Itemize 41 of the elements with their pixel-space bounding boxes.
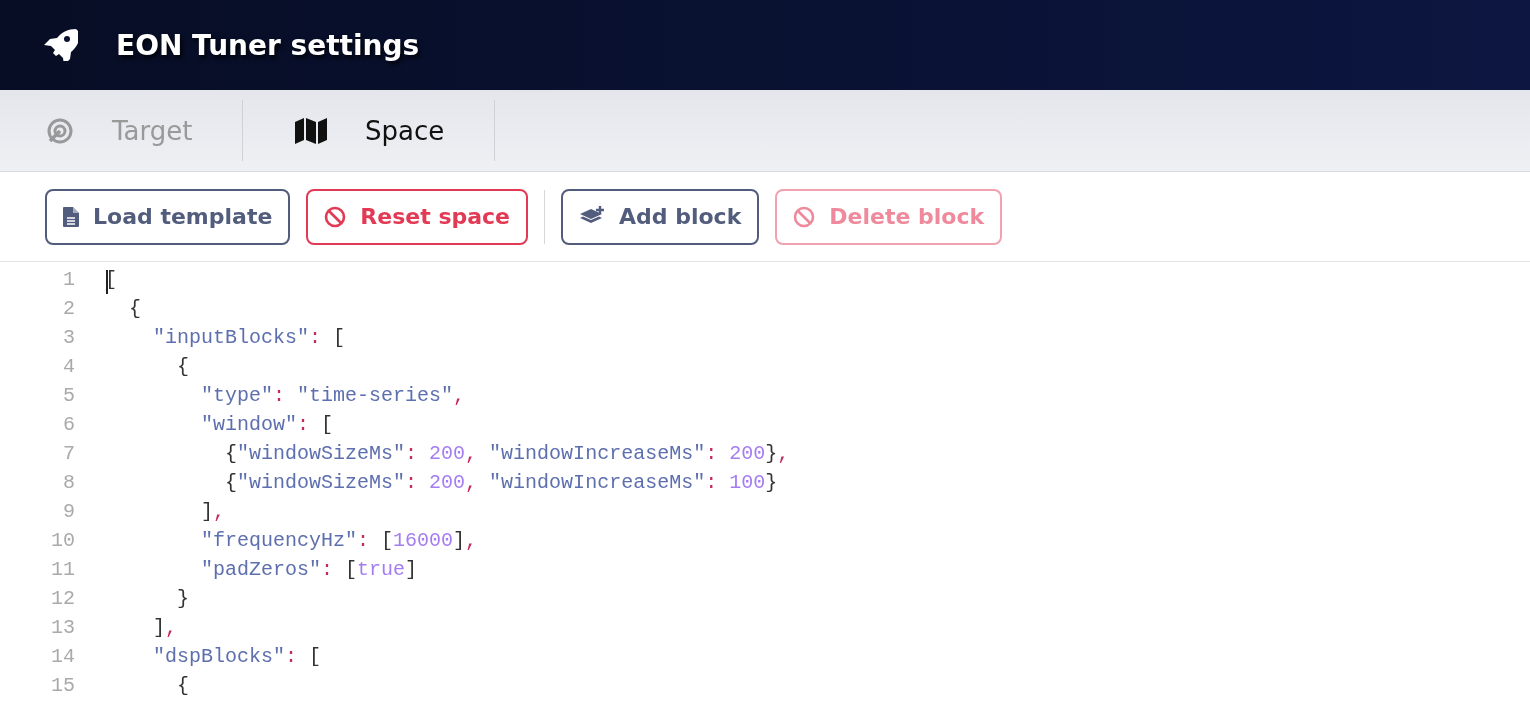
target-icon xyxy=(46,116,74,145)
line-number: 7 xyxy=(62,442,75,465)
code-line[interactable]: } xyxy=(105,587,189,610)
code-line[interactable]: "inputBlocks": [ xyxy=(105,326,346,349)
line-number: 6 xyxy=(62,413,75,436)
toolbar-button[interactable]: Reset space xyxy=(306,188,529,245)
prohibited-icon xyxy=(324,205,347,228)
rocket-icon xyxy=(44,29,78,61)
document-icon xyxy=(63,206,79,227)
line-number: 3 xyxy=(62,326,75,349)
toolbar-button[interactable]: Load template xyxy=(45,188,291,245)
line-number: 5 xyxy=(62,384,75,407)
line-number: 10 xyxy=(50,529,75,552)
toolbar-button[interactable]: Add block xyxy=(561,188,760,245)
prohibited-icon xyxy=(793,205,816,228)
code-line[interactable]: "dspBlocks": [ xyxy=(105,645,322,668)
map-icon xyxy=(295,117,327,144)
code-line[interactable]: ], xyxy=(105,616,178,639)
line-number: 15 xyxy=(50,674,75,697)
code-line[interactable]: "frequencyHz": [16000], xyxy=(105,529,478,552)
code-line[interactable]: "window": [ xyxy=(105,413,334,436)
code-line[interactable]: "type": "time-series", xyxy=(105,384,466,407)
code-line[interactable]: {"windowSizeMs": 200, "windowIncreaseMs": 200}, xyxy=(105,442,790,465)
code-line[interactable]: { xyxy=(105,355,189,378)
line-number: 11 xyxy=(50,558,75,581)
code-line[interactable]: { xyxy=(105,297,141,320)
tab[interactable]: Space xyxy=(243,100,495,161)
line-number: 4 xyxy=(62,355,75,378)
line-number: 2 xyxy=(62,297,75,320)
code-line[interactable]: ], xyxy=(105,500,226,523)
line-number: 1 xyxy=(62,268,75,291)
line-number: 14 xyxy=(50,645,75,668)
line-number: 13 xyxy=(50,616,75,639)
code-line[interactable]: {"windowSizeMs": 200, "windowIncreaseMs": 100} xyxy=(105,471,778,494)
code-line[interactable]: [ xyxy=(105,268,117,291)
line-number: 12 xyxy=(50,587,75,610)
line-number: 8 xyxy=(62,471,75,494)
page-title: EON Tuner settings xyxy=(116,28,420,62)
code-line[interactable]: { xyxy=(105,674,189,697)
line-number: 9 xyxy=(62,500,75,523)
code-line[interactable]: "padZeros": [true] xyxy=(105,558,418,581)
